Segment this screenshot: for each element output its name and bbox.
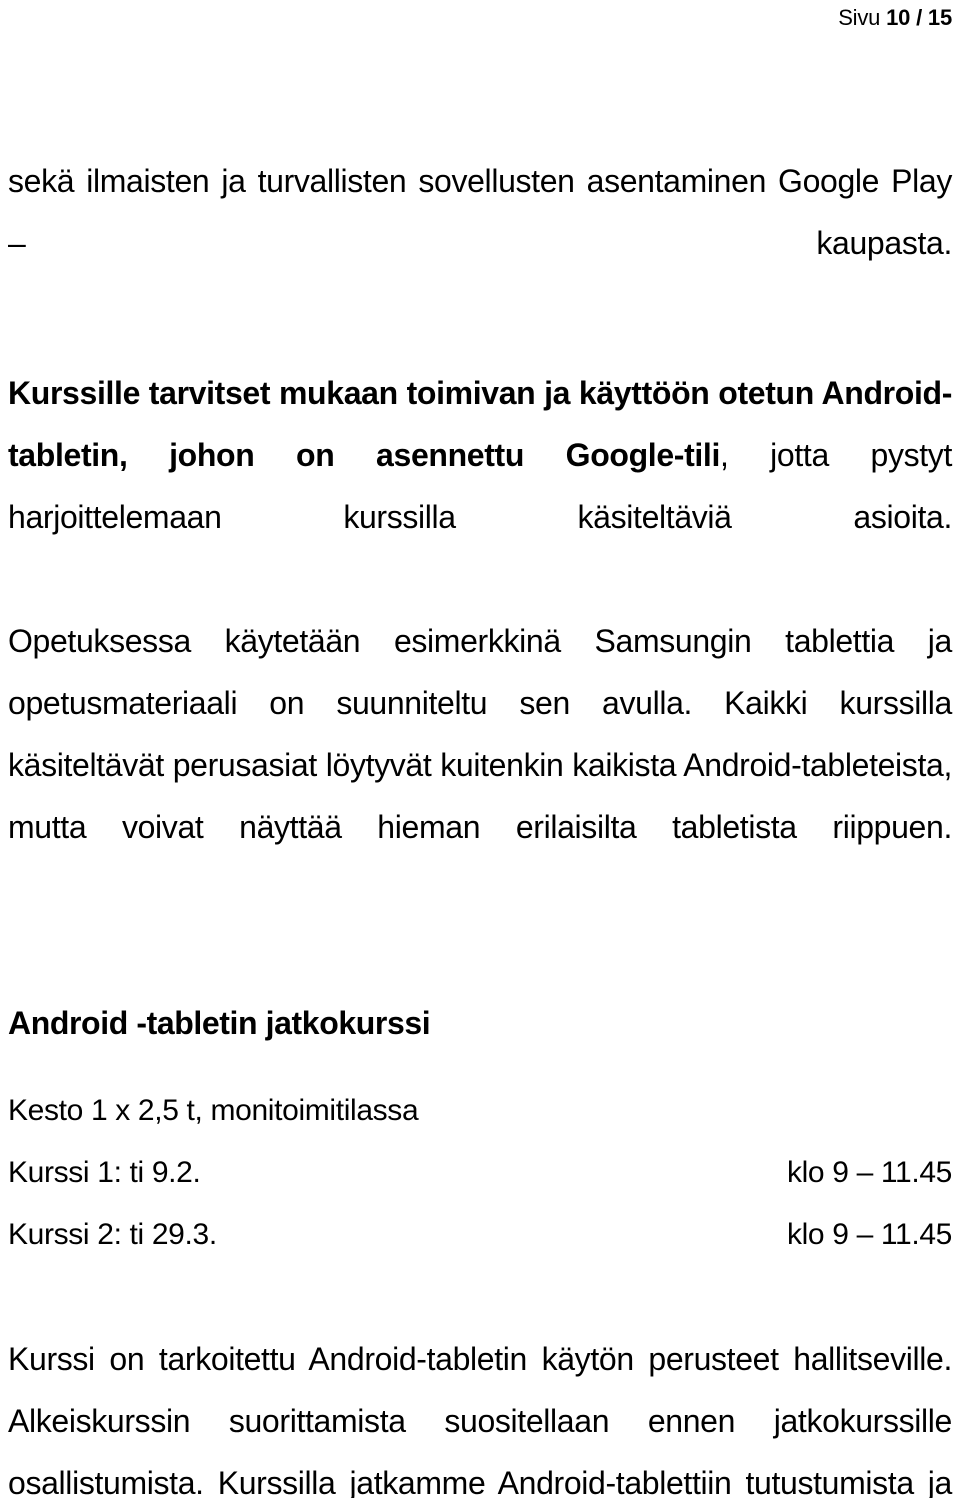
schedule-row-time: klo 9 – 11.45 [786,1156,952,1189]
document-page: Sivu 10 / 15 sekä ilmaisten ja turvallis… [0,0,960,1498]
schedule-row-time: klo 9 – 11.45 [786,1218,952,1251]
schedule-row-label: Kurssi 2: ti 29.3. [8,1218,217,1251]
paragraph-course-description: Kurssi on tarkoitettu Android-tabletin k… [8,1341,952,1498]
schedule-row: Kurssi 1: ti 9.2. klo 9 – 11.45 [8,1142,952,1204]
page-header-label: Sivu [838,5,881,30]
page-header-numbers: 10 / 15 [886,5,952,30]
document-body: sekä ilmaisten ja turvallisten sovellust… [8,150,952,1498]
course-schedule: Kesto 1 x 2,5 t, monitoimitilassa Kurssi… [8,1080,952,1266]
course-heading: Android -tabletin jatkokurssi [8,1005,431,1041]
schedule-row-label: Kurssi 1: ti 9.2. [8,1156,201,1189]
paragraph-intro-continuation: sekä ilmaisten ja turvallisten sovellust… [8,163,952,261]
paragraph-requirements: Kurssille tarvitset mukaan toimivan ja k… [8,362,952,610]
schedule-row: Kurssi 2: ti 29.3. klo 9 – 11.45 [8,1204,952,1266]
course-duration: Kesto 1 x 2,5 t, monitoimitilassa [8,1094,419,1127]
page-header: Sivu 10 / 15 [8,4,952,32]
paragraph-sample-device: Opetuksessa käytetään esimerkkinä Samsun… [8,623,952,845]
